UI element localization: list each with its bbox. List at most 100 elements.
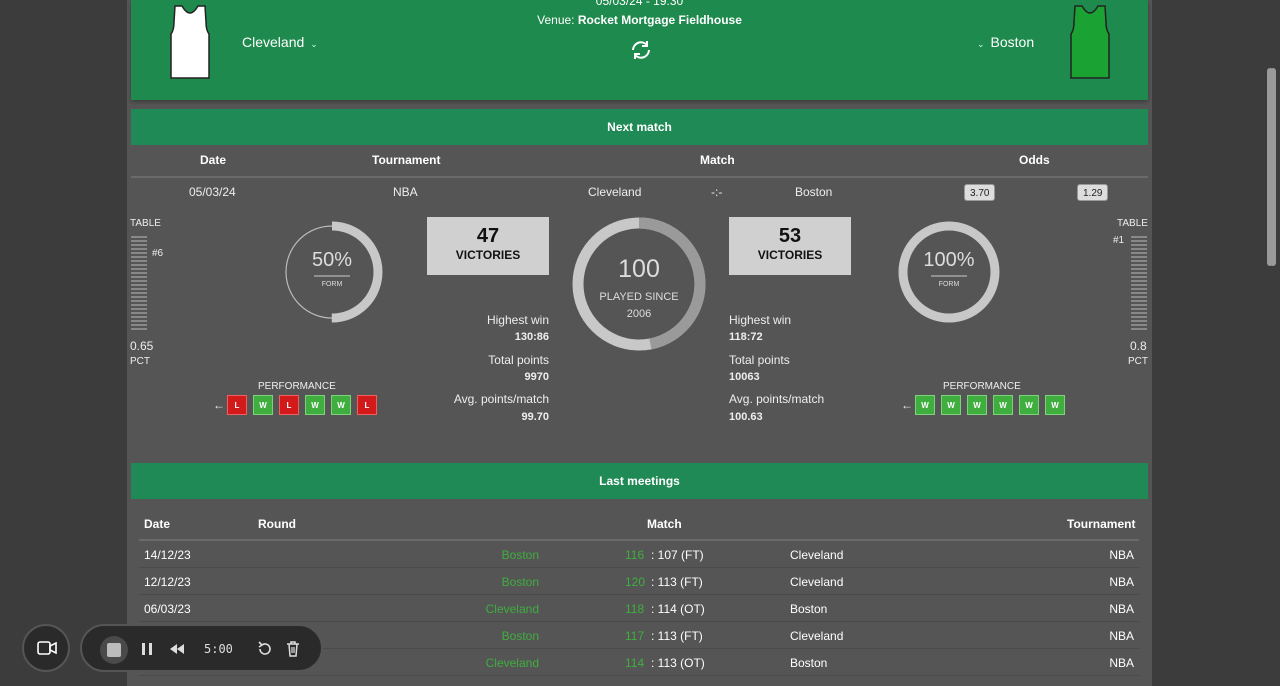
lm-tournament: NBA [1109, 629, 1134, 643]
lm-tournament: NBA [1109, 575, 1134, 589]
restart-icon[interactable] [256, 640, 274, 658]
lm-tournament: NBA [1109, 548, 1134, 562]
table-row[interactable]: 14/12/23 Boston 116: 107 (FT) Cleveland NBA [139, 541, 1139, 568]
trash-icon[interactable] [284, 640, 302, 658]
lm-winner: Boston [501, 575, 539, 589]
ladder-step [131, 308, 147, 310]
ladder-step [131, 248, 147, 250]
ladder-step [1131, 264, 1147, 266]
ladder-step [1131, 292, 1147, 294]
ladder-step [131, 276, 147, 278]
home-pct-label: PCT [130, 356, 150, 367]
ladder-step [1131, 244, 1147, 246]
arrow-left-icon: ← [901, 398, 913, 412]
home-table-ladder [131, 236, 147, 332]
ladder-step [131, 288, 147, 290]
chevron-down-icon: ⌄ [310, 39, 318, 49]
ladder-step [131, 312, 147, 314]
odd-home-button[interactable]: 3.70 [964, 184, 996, 201]
home-pct: 0.65 [130, 339, 154, 353]
next-match-title: Next match [131, 109, 1148, 145]
lm-score-rest: : 113 (FT) [651, 629, 703, 643]
last-meetings-title: Last meetings [131, 463, 1148, 499]
ladder-step [131, 272, 147, 274]
lm-score-rest: : 113 (OT) [651, 656, 705, 670]
lm-winner: Boston [501, 548, 539, 562]
played-ring [572, 217, 706, 351]
stop-icon [107, 643, 121, 657]
ladder-step [131, 304, 147, 306]
ladder-step [1131, 252, 1147, 254]
match-venue: Venue: Rocket Mortgage Fieldhouse [131, 13, 1148, 27]
home-table-label: TABLE [130, 218, 161, 229]
home-victories-label: VICTORIES [455, 248, 521, 262]
pause-icon[interactable] [138, 640, 156, 658]
ladder-step [131, 280, 147, 282]
refresh-icon[interactable] [629, 38, 653, 62]
lm-col-date: Date [144, 517, 171, 531]
home-form-label: FORM [321, 281, 343, 288]
away-team-selector[interactable]: ⌄ Boston [971, 34, 1034, 50]
performance-badge: W [331, 395, 351, 415]
next-match-date: 05/03/24 [189, 185, 236, 199]
col-tournament: Tournament [372, 153, 441, 167]
played-since-year: 2006 [626, 308, 652, 320]
away-victories-box: 53 VICTORIES [729, 217, 851, 275]
home-avg: 99.70 [521, 411, 549, 423]
away-highest-win: 118:72 [729, 331, 763, 343]
ladder-step [1131, 288, 1147, 290]
table-row[interactable]: 06/03/23 Cleveland 118: 114 (OT) Boston NBA [139, 595, 1139, 622]
recorder-controls: 5:00 [80, 624, 323, 672]
away-table-ladder [1131, 236, 1147, 332]
lm-date: 06/03/23 [144, 602, 191, 616]
performance-badge: W [253, 395, 273, 415]
away-form-label: FORM [938, 281, 960, 288]
divider [131, 176, 1148, 178]
table-row[interactable]: 12/12/23 Boston 120: 113 (FT) Cleveland NBA [139, 568, 1139, 595]
camera-button[interactable] [22, 624, 70, 672]
played-count: 100 [618, 255, 660, 283]
rewind-icon[interactable] [168, 640, 186, 658]
lm-date: 14/12/23 [144, 548, 191, 562]
ladder-step [1131, 320, 1147, 322]
ladder-step [131, 268, 147, 270]
window-scrollbar[interactable] [1270, 68, 1276, 266]
played-since-label: PLAYED SINCE [599, 291, 679, 303]
match-header: Cleveland ⌄ 05/03/24 - 19:30 Venue: Rocke… [131, 0, 1148, 100]
match-datetime: 05/03/24 - 19:30 [595, 0, 684, 8]
ladder-step [131, 324, 147, 326]
chevron-down-icon: ⌄ [977, 39, 985, 49]
home-team-selector[interactable]: Cleveland ⌄ [242, 34, 324, 50]
away-form-gauge [898, 221, 1000, 323]
lm-win-score: 118 [625, 602, 645, 616]
performance-badge: W [993, 395, 1013, 415]
ladder-step [1131, 240, 1147, 242]
ladder-step [1131, 328, 1147, 330]
ladder-step [1131, 256, 1147, 258]
lm-col-tournament: Tournament [1067, 517, 1136, 531]
away-table-label: TABLE [1117, 218, 1148, 229]
away-form-pct: 100% [923, 249, 975, 271]
next-match-score: -:- [711, 185, 723, 199]
next-match-home: Cleveland [588, 185, 642, 199]
home-form-pct: 50% [311, 249, 353, 271]
away-avg: 100.63 [729, 411, 763, 423]
lm-win-score: 117 [625, 629, 645, 643]
ladder-step [131, 320, 147, 322]
lm-score-rest: : 107 (FT) [651, 548, 704, 562]
col-odds: Odds [1019, 153, 1050, 167]
next-match-away: Boston [795, 185, 833, 199]
ladder-step [1131, 272, 1147, 274]
stop-button[interactable] [100, 636, 128, 664]
lm-loser: Cleveland [790, 575, 844, 589]
ladder-step [1131, 248, 1147, 250]
away-victories: 53 [778, 225, 802, 247]
away-jersey-icon [1070, 5, 1110, 79]
ladder-step [1131, 300, 1147, 302]
lm-tournament: NBA [1109, 602, 1134, 616]
odd-away-button[interactable]: 1.29 [1077, 184, 1109, 201]
home-rank: #6 [152, 248, 164, 259]
lm-loser: Boston [790, 656, 828, 670]
ladder-step [131, 240, 147, 242]
away-victories-label: VICTORIES [757, 248, 823, 262]
